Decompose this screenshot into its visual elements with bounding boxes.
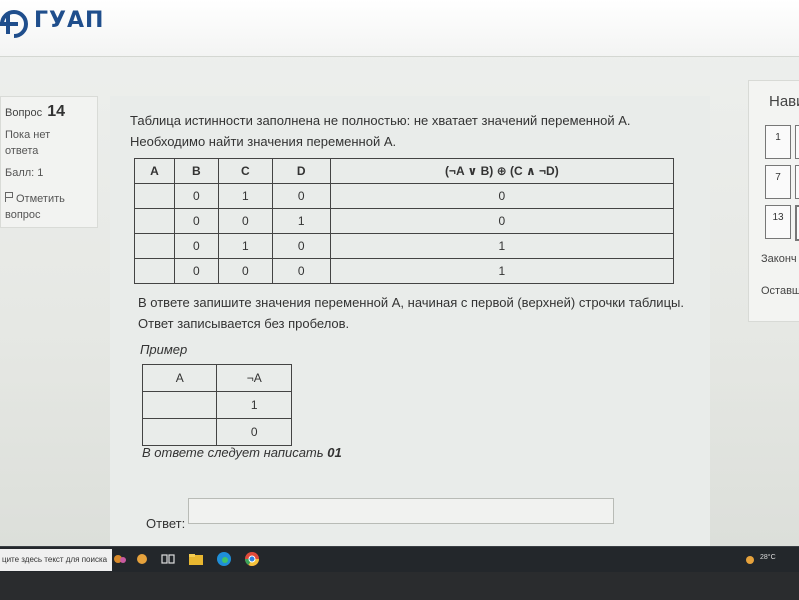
table-row: 0 1 0 1 [134,233,675,259]
weather-widget-icon[interactable] [112,551,128,567]
instruction-text: В ответе запишите значения переменной A,… [138,292,698,334]
example-label: Пример [140,342,188,357]
nav-question-next[interactable] [795,125,799,159]
cell-b: 0 [173,233,219,259]
example-answer: В ответе следует написать 01 [142,445,342,460]
cell-f: 0 [329,183,675,209]
cell-c: 1 [217,183,273,209]
windows-taskbar: ците здесь текст для поиска 28°C [0,546,799,573]
cell-a [134,183,175,209]
answer-status: Пока нет ответа [5,127,85,159]
screen: ГУАП Вопрос 14 Пока нет ответа Балл: 1 О… [0,0,799,546]
cell-c: 1 [217,233,273,259]
cell-d: 1 [271,208,331,234]
answer-label: Ответ: [146,516,186,531]
table-row: 1 [141,391,292,419]
header-a: A [134,158,175,184]
example-header-row: A ¬A [141,364,292,392]
flag-icon [5,192,13,202]
question-text: Таблица истинности заполнена не полность… [130,110,690,152]
question-number: Вопрос 14 [5,103,65,121]
question-content: Таблица истинности заполнена не полность… [110,96,710,546]
task-view-icon[interactable] [160,551,176,567]
question-number-value: 14 [47,103,66,120]
nav-question-next[interactable] [795,165,799,199]
example-header-not-a: ¬A [216,364,292,392]
cell-b: 0 [173,183,219,209]
widget-icon[interactable] [134,551,150,567]
cell-a [134,233,175,259]
flag-line1: Отметить [16,193,65,205]
cell-d: 0 [271,233,331,259]
truth-table-header-row: A B C D (¬A ∨ B) ⊕ (C ∧ ¬D) [134,158,675,184]
header-expression: (¬A ∨ B) ⊕ (C ∧ ¬D) [329,158,675,184]
flag-question-link[interactable]: Отметить вопрос [5,191,93,223]
table-row: 0 [141,418,292,446]
cell-c: 0 [217,208,273,234]
answer-input[interactable] [188,498,614,524]
instruction-line2: Ответ записывается без пробелов. [138,316,350,331]
table-row: 0 0 0 1 [134,258,675,284]
example-table: A ¬A 1 0 [141,364,292,446]
question-score: Балл: 1 [5,167,44,179]
flag-line2: вопрос [5,209,41,221]
cell-a [134,208,175,234]
table-row: 0 1 0 0 [134,183,675,209]
cell-a [134,258,175,284]
table-row: 0 0 1 0 [134,208,675,234]
answer-status-line2: ответа [5,145,39,157]
time-remaining: Оставш [761,285,799,297]
answer-status-line1: Пока нет [5,129,51,141]
cell-c: 0 [217,258,273,284]
question-info-block: Вопрос 14 Пока нет ответа Балл: 1 Отмети… [0,96,98,228]
question-text-line1: Таблица истинности заполнена не полность… [130,113,631,128]
nav-question-7[interactable]: 7 [765,165,791,199]
nav-question-1[interactable]: 1 [765,125,791,159]
example-answer-text: В ответе следует написать [142,445,324,460]
file-explorer-icon[interactable] [188,551,204,567]
truth-table: A B C D (¬A ∨ B) ⊕ (C ∧ ¬D) 0 1 0 0 0 0 … [134,158,675,284]
instruction-line1: В ответе запишите значения переменной A,… [138,295,684,310]
cell-b: 0 [173,208,219,234]
cell-f: 0 [329,208,675,234]
taskbar-temperature[interactable]: 28°C [760,554,776,561]
example-cell-a [141,418,218,446]
weather-icon[interactable] [744,554,756,566]
cell-d: 0 [271,183,331,209]
example-cell-a [141,391,218,419]
cell-f: 1 [329,258,675,284]
question-text-line2: Необходимо найти значения переменной A. [130,134,397,149]
cell-f: 1 [329,233,675,259]
example-cell-not-a: 1 [216,391,292,419]
chrome-browser-icon[interactable] [244,551,260,567]
header-c: C [217,158,273,184]
question-prefix: Вопрос [5,107,43,119]
header-d: D [271,158,331,184]
nav-question-13[interactable]: 13 [765,205,791,239]
cell-b: 0 [173,258,219,284]
header-b: B [173,158,219,184]
nav-question-current[interactable] [795,205,799,241]
cell-d: 0 [271,258,331,284]
finish-attempt-link[interactable]: Законч [761,253,797,265]
taskbar-search-input[interactable]: ците здесь текст для поиска [0,549,112,571]
edge-browser-icon[interactable] [216,551,232,567]
guap-logo-icon[interactable] [0,4,34,44]
navigation-title: Нави [769,93,799,110]
example-header-a: A [141,364,218,392]
quiz-navigation: Нави 1 7 13 Законч Оставш [748,80,799,322]
site-header: ГУАП [0,0,799,57]
example-answer-value: 01 [327,445,342,460]
logo-text[interactable]: ГУАП [34,8,104,33]
monitor-bezel [0,572,799,600]
example-cell-not-a: 0 [216,418,292,446]
